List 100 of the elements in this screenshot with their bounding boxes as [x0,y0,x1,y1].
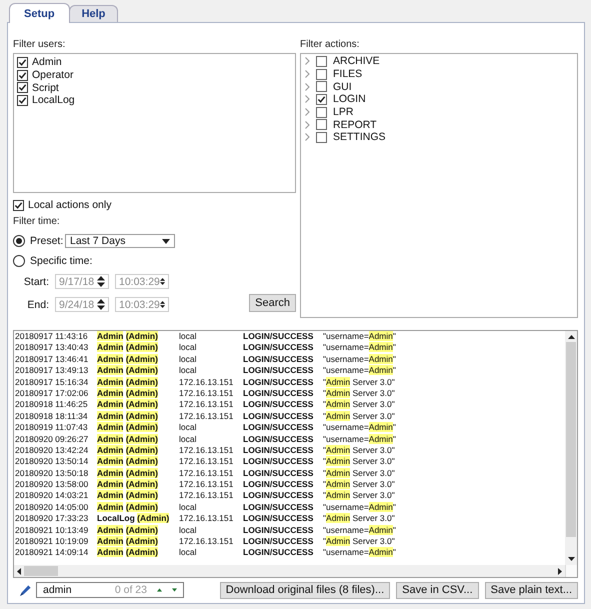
horizontal-scrollbar[interactable] [14,565,565,577]
table-cell-text: Admin (Admin) [97,536,159,548]
table-cell-text: "Admin Server 3.0" [323,490,396,502]
scrollbar-thumb[interactable] [24,566,58,576]
table-cell-text: 172.16.13.151 [179,479,234,490]
table-cell-text: local [179,342,198,354]
section-label: Filter users: [13,38,66,52]
table-cell-text: LOGIN/SUCCESS [243,399,314,411]
table-cell-text: "username=Admin" [323,331,397,342]
checkbox[interactable] [316,94,327,105]
field-label: End: [26,298,49,310]
user-label: Admin [32,56,62,68]
table-cell-text: 172.16.13.151 [179,513,234,525]
table-cell-text: Admin (Admin) [97,331,159,342]
checkbox[interactable] [316,106,327,118]
table-cell-text: Admin (Admin) [97,444,159,456]
spinner-icon [97,299,105,310]
radio-button[interactable] [13,235,25,247]
checkbox[interactable] [17,82,28,94]
action-button[interactable]: Save plain text... [484,582,578,598]
preset-dropdown[interactable]: Last 7 Days [65,234,175,248]
table-cell-text: Admin (Admin) [97,524,159,536]
table-cell-text: local [179,422,198,434]
radio-label: Specific time: [30,255,92,267]
table-cell-text: 172.16.13.151 [179,468,234,480]
checkbox[interactable] [316,56,327,67]
table-cell-text: "Admin Server 3.0" [323,410,396,422]
match-count: 0 of 23 [114,584,147,596]
action-label: SETTINGS [333,131,386,144]
table-cell-text: "username=Admin" [323,547,397,559]
scroll-up-icon[interactable] [568,335,574,339]
table-cell-text: local [179,331,198,342]
table-cell-text: Admin (Admin) [97,456,159,468]
checkbox[interactable] [316,68,327,80]
checkbox[interactable] [13,200,24,210]
table-cell-text: LocalLog (Admin) [97,513,170,525]
table-cell-text: Admin (Admin) [97,399,159,411]
table-cell-text: Admin (Admin) [97,354,159,366]
table-cell-text: 20180920 13:42:24 [15,444,90,456]
search-button[interactable]: Search [249,294,296,312]
action-label: FILES [333,68,362,80]
vertical-scrollbar[interactable] [565,331,577,565]
table-cell-text: local [179,502,198,514]
previous-match-icon[interactable] [157,588,162,592]
checkbox[interactable] [316,119,327,130]
spinner-icon [160,299,165,310]
table-cell-text: "username=Admin" [323,524,397,536]
find-field[interactable]: admin 0 of 23 [36,582,184,598]
table-cell-text: "username=Admin" [323,354,397,366]
tab[interactable]: Help [68,5,118,22]
table-cell-text: 172.16.13.151 [179,410,234,422]
table-cell-text: "Admin Server 3.0" [323,479,396,490]
table-cell-text: 20180920 14:05:00 [15,502,90,514]
table-cell-text: 172.16.13.151 [179,490,234,502]
table-cell-text: 20180917 17:02:06 [15,388,90,400]
table-cell-text: 20180920 13:58:00 [15,479,90,490]
table-cell-text: Admin (Admin) [97,342,159,354]
checkbox[interactable] [316,132,327,143]
scroll-left-icon[interactable] [17,568,21,574]
scrollbar-corner [565,565,577,577]
table-cell-text: 172.16.13.151 [179,399,234,411]
user-label: Operator [32,69,74,82]
table-cell-text: Admin (Admin) [97,490,159,502]
table-cell-text: LOGIN/SUCCESS [243,410,314,422]
table-cell-text: LOGIN/SUCCESS [243,388,314,400]
spinner-icon [97,276,105,287]
user-label: LocalLog [32,94,75,106]
action-button[interactable]: Download original files (8 files)... [220,582,390,598]
action-label: REPORT [333,118,377,131]
table-cell-text: 172.16.13.151 [179,388,234,400]
scroll-right-icon[interactable] [558,568,562,574]
table-cell-text: LOGIN/SUCCESS [243,456,314,468]
table-cell-text: Admin (Admin) [97,434,159,445]
pen-icon[interactable] [19,584,32,596]
table-cell-text: LOGIN/SUCCESS [243,502,314,514]
checkbox[interactable] [17,94,28,106]
table-cell-text: LOGIN/SUCCESS [243,434,314,445]
scroll-down-icon[interactable] [568,557,574,561]
next-match-icon[interactable] [172,588,177,592]
checkbox[interactable] [316,81,327,92]
table-cell-text: Admin (Admin) [97,376,159,388]
checkbox-label: Local actions only [28,199,112,211]
action-label: ARCHIVE [333,55,380,68]
tab[interactable]: Setup [9,3,70,23]
table-cell-text: "Admin Server 3.0" [323,399,396,411]
table-cell-text: "Admin Server 3.0" [323,456,396,468]
checkbox[interactable] [17,70,28,81]
action-button[interactable]: Save in CSV... [396,582,479,598]
checkbox[interactable] [17,56,28,68]
table-cell-text: LOGIN/SUCCESS [243,468,314,480]
scrollbar-thumb[interactable] [566,342,576,537]
table-cell-text: "username=Admin" [323,422,397,434]
table-cell-text: local [179,365,198,377]
table-cell-text: local [179,354,198,366]
table-cell-text: "Admin Server 3.0" [323,444,396,456]
table-cell-text: "username=Admin" [323,365,397,377]
table-cell-text: 20180917 13:40:43 [15,342,90,354]
user-label: Script [32,82,59,94]
table-cell-text: "Admin Server 3.0" [323,536,396,548]
radio-button[interactable] [13,255,25,267]
